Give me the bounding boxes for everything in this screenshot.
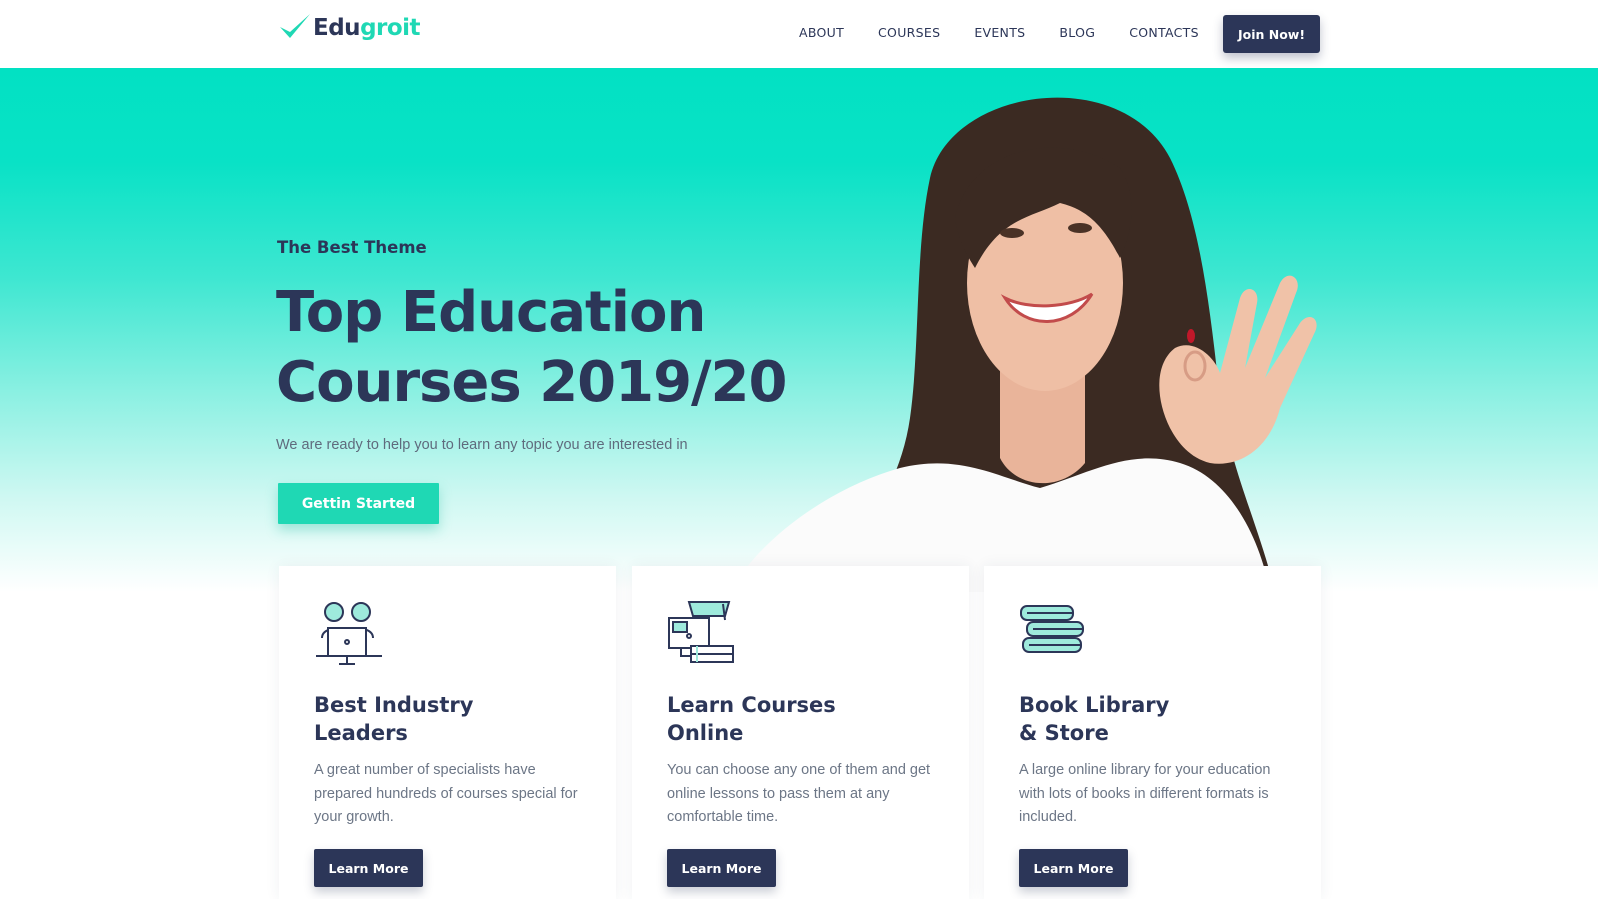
card-title: Book Library & Store — [1019, 693, 1170, 745]
feature-card-book-library: Book Library & Store A large online libr… — [984, 566, 1321, 899]
nav-item-events[interactable]: EVENTS — [974, 25, 1025, 40]
hero-eyebrow: The Best Theme — [277, 238, 427, 257]
book-stack-icon — [1020, 605, 1084, 653]
nav-item-about[interactable]: ABOUT — [799, 25, 844, 40]
card-title: Best Industry Leaders — [314, 693, 474, 745]
hero-title-line1: Top Education — [276, 280, 706, 345]
join-now-button[interactable]: Join Now! — [1223, 15, 1320, 53]
online-courses-icon — [668, 601, 734, 663]
learn-more-button[interactable]: Learn More — [1019, 849, 1128, 887]
card-text: A large online library for your educatio… — [1019, 762, 1271, 825]
nav-item-blog[interactable]: BLOG — [1059, 25, 1095, 40]
get-started-button[interactable]: Gettin Started — [278, 483, 439, 524]
nav-item-courses[interactable]: COURSES — [878, 25, 940, 40]
people-at-computer-icon — [316, 602, 382, 665]
card-text: You can choose any one of them and get o… — [667, 762, 931, 825]
site-header: Edugroit ABOUT COURSES EVENTS BLOG CONTA… — [0, 0, 1598, 68]
nav-item-contacts[interactable]: CONTACTS — [1129, 25, 1199, 40]
logo-text: Edugroit — [313, 15, 421, 41]
feature-card-online-courses: Learn Courses Online You can choose any … — [632, 566, 969, 899]
feature-card-industry-leaders: Best Industry Leaders A great number of … — [279, 566, 616, 899]
learn-more-button[interactable]: Learn More — [314, 849, 423, 887]
card-title: Learn Courses Online — [667, 693, 836, 745]
learn-more-button[interactable]: Learn More — [667, 849, 776, 887]
logo[interactable]: Edugroit — [278, 11, 421, 45]
hero-section: The Best Theme Top Education Courses 201… — [0, 68, 1598, 592]
checkmark-icon — [280, 14, 310, 38]
card-text: A great number of specialists have prepa… — [314, 762, 578, 825]
hero-subtitle: We are ready to help you to learn any to… — [276, 437, 688, 453]
hero-title-line2: Courses 2019/20 — [276, 350, 787, 415]
main-nav: ABOUT COURSES EVENTS BLOG CONTACTS — [799, 25, 1233, 40]
hero-title: Top Education Courses 2019/20 — [276, 278, 836, 418]
